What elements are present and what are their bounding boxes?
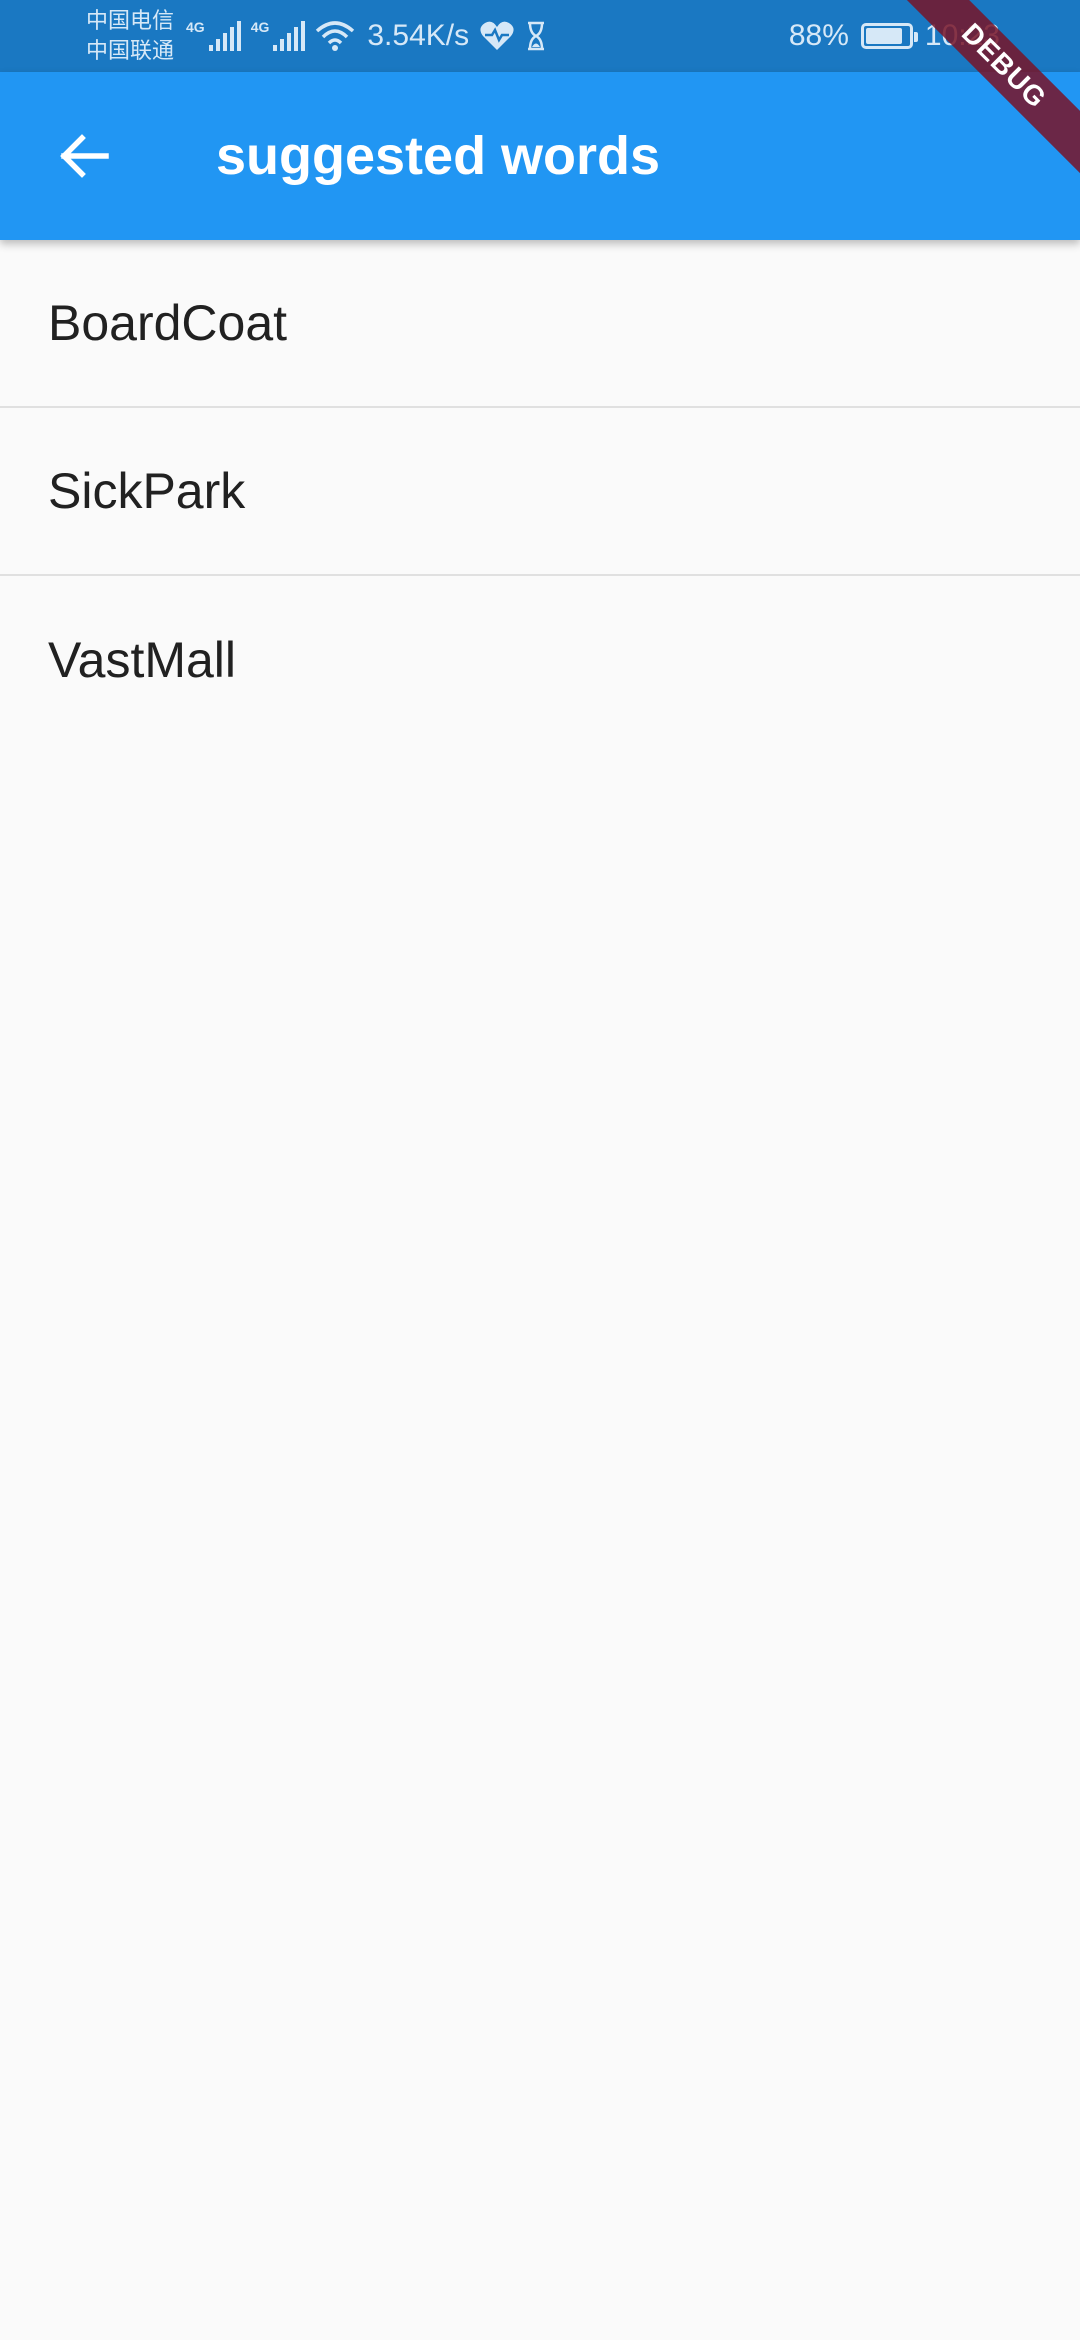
list-item-label: BoardCoat bbox=[48, 295, 288, 351]
clock: 10:23 bbox=[924, 19, 1000, 52]
carrier-2: 中国联通 bbox=[86, 38, 175, 63]
cell-signal-2-icon: 4G bbox=[251, 19, 306, 53]
status-bar: 中国电信 中国联通 4G 4G 3.54K/s 88% 10:23 bbox=[0, 0, 1080, 72]
suggested-words-list: BoardCoat SickPark VastMall bbox=[0, 240, 1080, 744]
back-button[interactable] bbox=[40, 112, 128, 200]
list-item-label: SickPark bbox=[48, 463, 246, 519]
page-title: suggested words bbox=[216, 126, 661, 186]
carrier-names: 中国电信 中国联通 bbox=[86, 6, 174, 66]
network-speed: 3.54K/s bbox=[367, 19, 470, 52]
cell-signal-1-icon: 4G bbox=[186, 19, 241, 53]
battery-icon bbox=[860, 23, 918, 49]
status-icons: 4G 4G 3.54K/s bbox=[186, 14, 547, 58]
health-heart-icon bbox=[480, 21, 514, 50]
battery-fill bbox=[865, 28, 903, 44]
battery-percent: 88% bbox=[788, 19, 849, 52]
app-bar: suggested words bbox=[0, 72, 1080, 240]
list-item-label: VastMall bbox=[48, 632, 237, 688]
wifi-icon bbox=[316, 21, 355, 51]
list-item[interactable]: VastMall bbox=[0, 576, 1080, 744]
list-item[interactable]: BoardCoat bbox=[0, 240, 1080, 408]
carrier-1: 中国电信 bbox=[86, 8, 175, 33]
hourglass-icon bbox=[528, 21, 545, 51]
status-right: 88% 10:23 bbox=[789, 14, 1000, 58]
arrow-back-icon bbox=[60, 134, 109, 178]
list-item[interactable]: SickPark bbox=[0, 408, 1080, 576]
